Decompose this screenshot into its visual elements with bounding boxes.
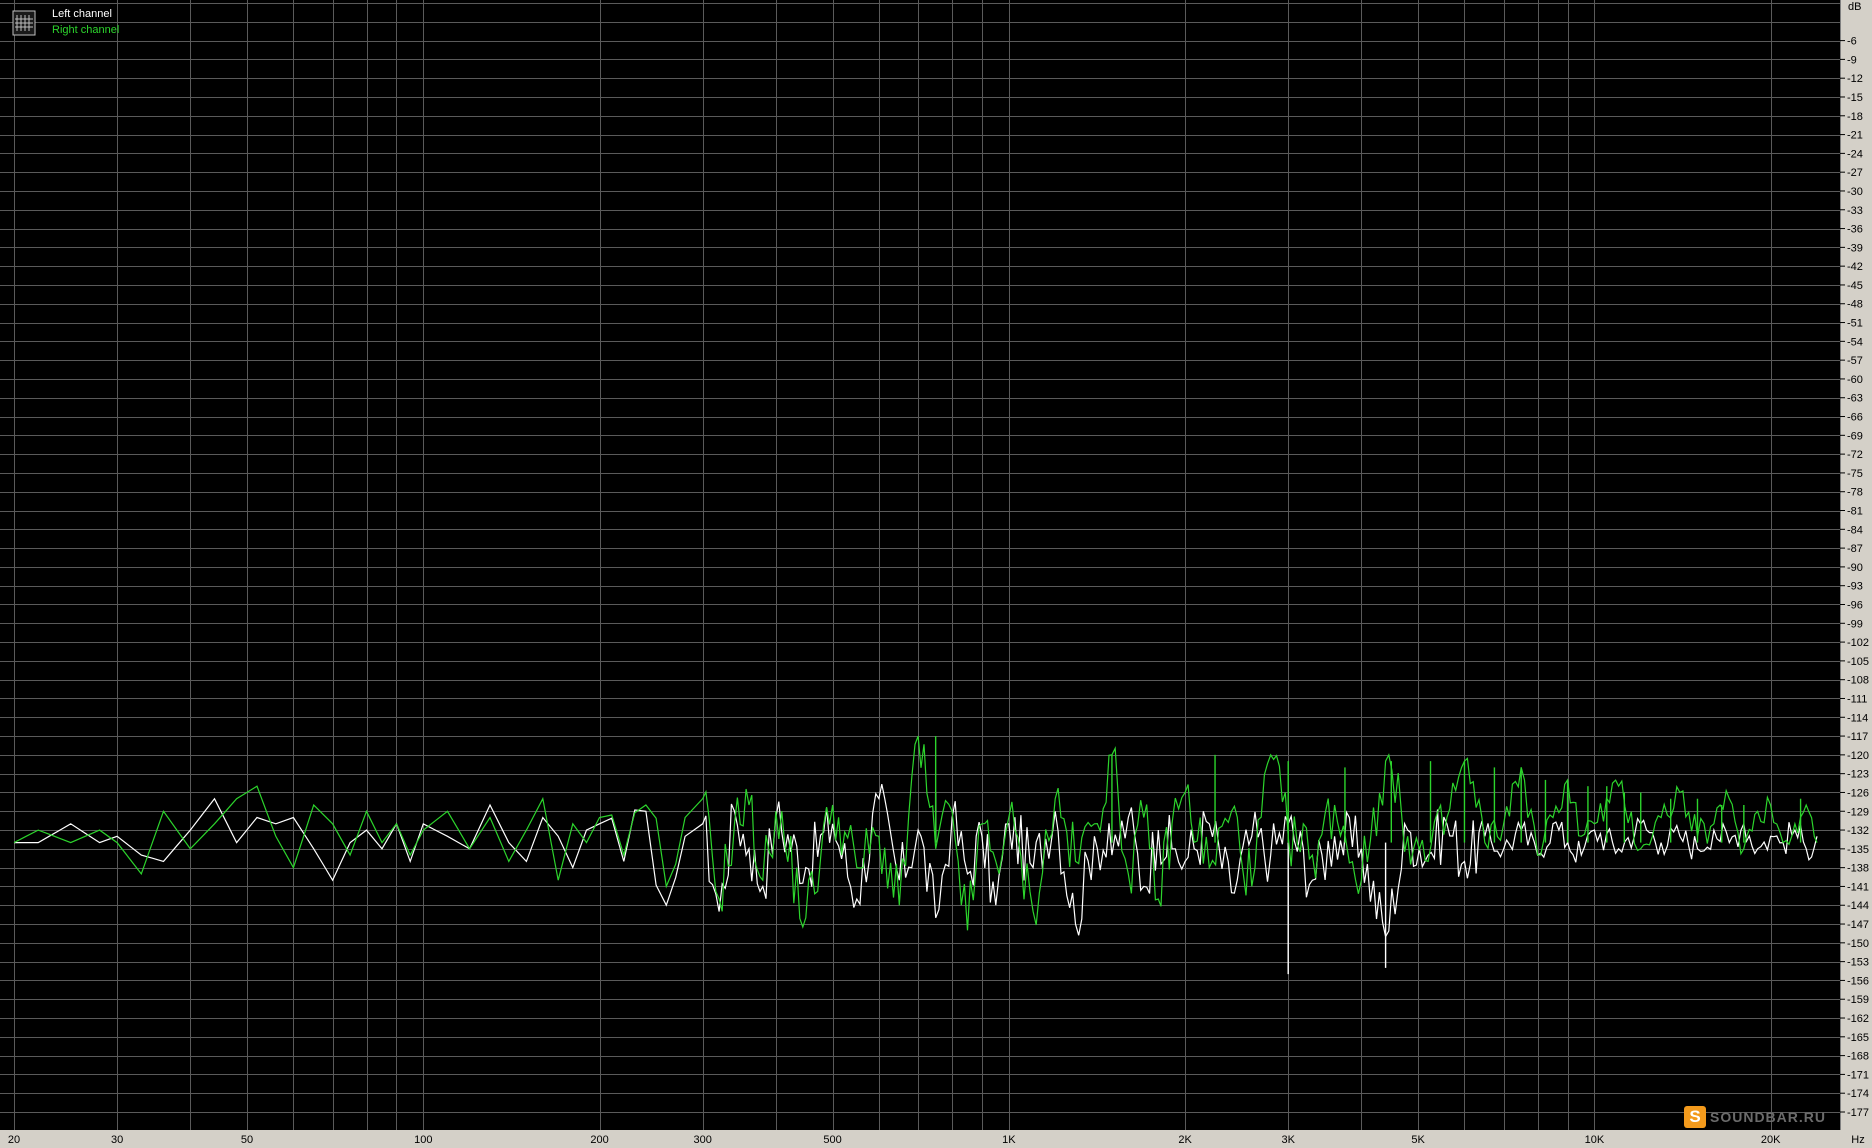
y-tick-label: -102 bbox=[1847, 637, 1869, 649]
y-tick-label: -78 bbox=[1847, 487, 1863, 499]
spectrum-chart: dB -6 -9 -12 -15 -18 -21 -24 -27 -30 -33 -36 -39 -42 -… bbox=[0, 0, 1872, 1148]
y-tick-label: -45 bbox=[1847, 280, 1863, 292]
y-tick-label: -87 bbox=[1847, 543, 1863, 555]
y-tick-label: -75 bbox=[1847, 468, 1863, 480]
y-tick-label: -147 bbox=[1847, 919, 1869, 931]
y-tick-label: -66 bbox=[1847, 412, 1863, 424]
legend-icon[interactable] bbox=[12, 10, 36, 36]
y-tick-label: -39 bbox=[1847, 242, 1863, 254]
y-tick-label: -33 bbox=[1847, 205, 1863, 217]
x-tick-label: 300 bbox=[693, 1134, 711, 1146]
plot-area: dB -6 -9 -12 -15 -18 -21 -24 -27 -30 -33 -36 -39 -42 -… bbox=[0, 0, 1872, 1148]
x-tick-label: 3K bbox=[1281, 1134, 1295, 1146]
y-tick-label: -123 bbox=[1847, 769, 1869, 781]
y-tick-label: -27 bbox=[1847, 167, 1863, 179]
y-tick-label: -177 bbox=[1847, 1107, 1869, 1119]
y-tick-label: -174 bbox=[1847, 1088, 1869, 1100]
y-tick-label: -21 bbox=[1847, 130, 1863, 142]
watermark-logo-icon: S bbox=[1684, 1106, 1706, 1128]
y-tick-label: -150 bbox=[1847, 938, 1869, 950]
legend-right-channel: Right channel bbox=[52, 24, 120, 36]
y-tick-label: -132 bbox=[1847, 825, 1869, 837]
y-tick-label: -171 bbox=[1847, 1069, 1869, 1081]
y-tick-label: -84 bbox=[1847, 524, 1863, 536]
x-tick-label: 50 bbox=[241, 1134, 253, 1146]
y-tick-label: -129 bbox=[1847, 806, 1869, 818]
y-tick-label: -69 bbox=[1847, 430, 1863, 442]
y-tick-label: -153 bbox=[1847, 957, 1869, 969]
y-tick-label: -60 bbox=[1847, 374, 1863, 386]
y-tick-label: -165 bbox=[1847, 1032, 1869, 1044]
y-tick-label: -168 bbox=[1847, 1051, 1869, 1063]
y-tick-label: -156 bbox=[1847, 975, 1869, 987]
x-tick-label: 100 bbox=[414, 1134, 432, 1146]
watermark: S SOUNDBAR.RU bbox=[1680, 1104, 1830, 1130]
x-tick-label: 500 bbox=[823, 1134, 841, 1146]
y-tick-label: -72 bbox=[1847, 449, 1863, 461]
y-tick-label: -63 bbox=[1847, 393, 1863, 405]
y-tick-label: -93 bbox=[1847, 581, 1863, 593]
y-tick-label: -30 bbox=[1847, 186, 1863, 198]
y-tick-label: -12 bbox=[1847, 73, 1863, 85]
y-tick-label: -111 bbox=[1847, 693, 1867, 705]
x-tick-label: 1K bbox=[1002, 1134, 1016, 1146]
legend-left-channel: Left channel bbox=[52, 8, 112, 20]
y-tick-label: -81 bbox=[1847, 506, 1863, 518]
spectrum-window: dB -6 -9 -12 -15 -18 -21 -24 -27 -30 -33 -36 -39 -42 -… bbox=[0, 0, 1872, 1148]
x-tick-label: 10K bbox=[1585, 1134, 1605, 1146]
series-line-left bbox=[14, 783, 1818, 939]
y-tick-label: -18 bbox=[1847, 111, 1863, 123]
y-tick-label: -135 bbox=[1847, 844, 1869, 856]
y-tick-label: -15 bbox=[1847, 92, 1863, 104]
y-tick-label: -6 bbox=[1847, 36, 1857, 48]
x-tick-label: 2K bbox=[1178, 1134, 1192, 1146]
y-tick-label: -36 bbox=[1847, 224, 1863, 236]
x-tick-label: 200 bbox=[590, 1134, 608, 1146]
x-tick-label: 5K bbox=[1411, 1134, 1425, 1146]
y-tick-label: -120 bbox=[1847, 750, 1869, 762]
series-line-right bbox=[13, 735, 1818, 931]
y-tick-label: -54 bbox=[1847, 336, 1863, 348]
y-tick-label: -24 bbox=[1847, 148, 1863, 160]
x-tick-label: 20 bbox=[8, 1134, 20, 1146]
y-axis-unit-label: dB bbox=[1848, 1, 1861, 13]
y-tick-label: -114 bbox=[1847, 712, 1868, 724]
y-tick-label: -90 bbox=[1847, 562, 1863, 574]
watermark-text: SOUNDBAR.RU bbox=[1710, 1109, 1826, 1125]
y-tick-label: -99 bbox=[1847, 618, 1863, 630]
y-tick-label: -42 bbox=[1847, 261, 1863, 273]
y-tick-label: -117 bbox=[1847, 731, 1868, 743]
y-tick-label: -144 bbox=[1847, 900, 1869, 912]
x-tick-label: 20K bbox=[1761, 1134, 1781, 1146]
x-axis-unit-label: Hz bbox=[1851, 1134, 1864, 1146]
y-tick-label: -159 bbox=[1847, 994, 1869, 1006]
y-tick-label: -141 bbox=[1847, 881, 1869, 893]
y-tick-label: -162 bbox=[1847, 1013, 1869, 1025]
y-tick-label: -108 bbox=[1847, 675, 1869, 687]
y-tick-label: -48 bbox=[1847, 299, 1863, 311]
y-tick-label: -9 bbox=[1847, 54, 1857, 66]
y-tick-label: -51 bbox=[1847, 318, 1863, 330]
y-tick-label: -96 bbox=[1847, 599, 1863, 611]
y-tick-label: -138 bbox=[1847, 863, 1869, 875]
y-tick-label: -57 bbox=[1847, 355, 1863, 367]
y-tick-label: -126 bbox=[1847, 787, 1869, 799]
y-tick-label: -105 bbox=[1847, 656, 1869, 668]
x-tick-label: 30 bbox=[111, 1134, 123, 1146]
